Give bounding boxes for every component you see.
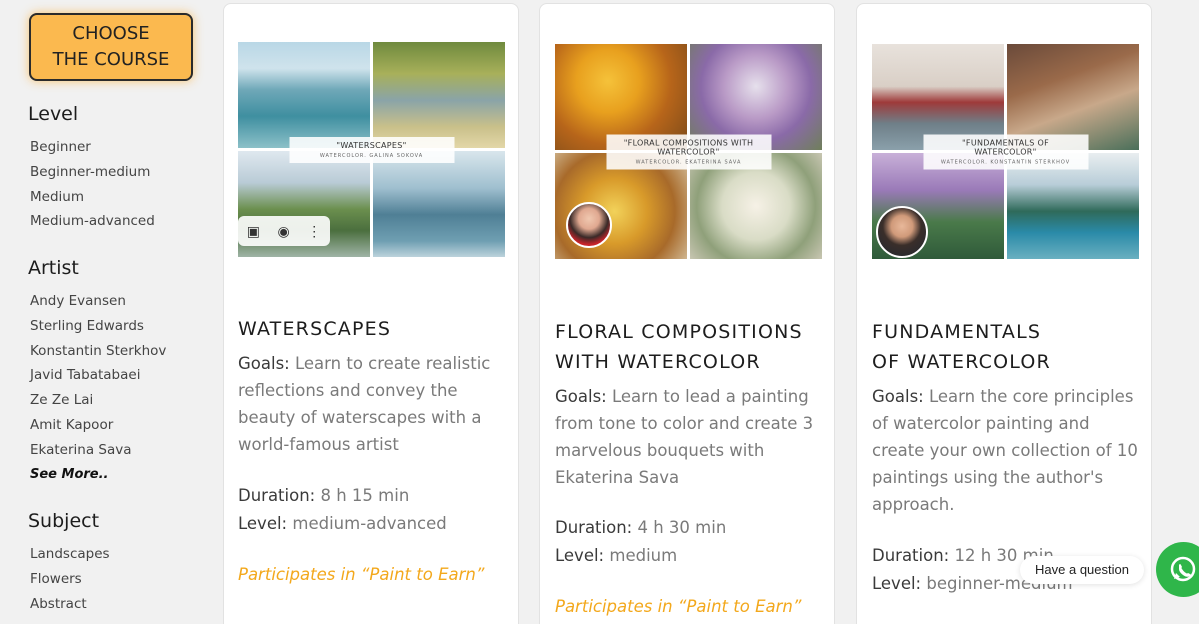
level-label: Level: <box>555 545 605 565</box>
collage-title: "FLORAL COMPOSITIONS WITH WATERCOLOR" <box>623 138 754 156</box>
level-value: medium <box>609 545 678 565</box>
level-item-medium-advanced[interactable]: Medium-advanced <box>28 209 155 234</box>
artist-filter: Artist Andy Evansen Sterling Edwards Kon… <box>28 257 166 487</box>
goals-label: Goals: <box>872 387 924 406</box>
course-card[interactable]: "FUNDAMENTALS OF WATERCOLOR" WATERCOLOR.… <box>856 3 1152 624</box>
paint-to-earn-link[interactable]: Participates in “Paint to Earn” <box>555 597 801 616</box>
collage-tile <box>373 151 505 257</box>
collage-tile <box>238 42 370 148</box>
collage-tile <box>373 42 505 148</box>
artist-item[interactable]: Andy Evansen <box>28 289 166 314</box>
artist-avatar <box>566 202 612 248</box>
course-goals: Goals: Learn to lead a painting from ton… <box>555 383 830 491</box>
collage-subtitle: WATERCOLOR. KONSTANTIN STERKHOV <box>940 159 1071 165</box>
course-title-line-2: WITH WATERCOLOR <box>555 351 761 373</box>
artist-item[interactable]: Konstantin Sterkhov <box>28 339 166 364</box>
duration-label: Duration: <box>872 546 950 565</box>
collage-subtitle: WATERCOLOR. EKATERINA SAVA <box>635 159 742 165</box>
course-card[interactable]: "WATERSCAPES" WATERCOLOR. GALINA SOKOVA … <box>223 3 519 624</box>
course-title: FUNDAMENTALS OF WATERCOLOR <box>872 317 1147 377</box>
paint-to-earn-link[interactable]: Participates in “Paint to Earn” <box>238 565 484 584</box>
duration-label: Duration: <box>238 486 316 505</box>
level-item-beginner[interactable]: Beginner <box>28 135 155 160</box>
image-action-toolbar: ▣ ◉ ⋮ <box>238 216 330 246</box>
course-title: FLORAL COMPOSITIONS WITH WATERCOLOR <box>555 317 830 377</box>
artist-item[interactable]: Sterling Edwards <box>28 314 166 339</box>
have-a-question-bubble[interactable]: Have a question <box>1020 556 1144 584</box>
goals-label: Goals: <box>555 387 607 406</box>
goals-text: Learn the core principles of watercolor … <box>872 387 1138 514</box>
collage-title: "FUNDAMENTALS OF WATERCOLOR" <box>961 138 1050 156</box>
artist-avatar <box>876 206 928 258</box>
course-meta: Duration: 8 h 15 min Level: medium-advan… <box>238 482 513 537</box>
course-title-line-1: WATERSCAPES <box>238 318 392 340</box>
level-filter-title: Level <box>28 103 79 125</box>
collage-label: "FUNDAMENTALS OF WATERCOLOR" WATERCOLOR.… <box>923 134 1088 169</box>
course-title-line-2: OF WATERCOLOR <box>872 351 1051 373</box>
duration-value: 8 h 15 min <box>320 486 410 505</box>
lens-search-icon[interactable]: ◉ <box>278 223 290 240</box>
goals-label: Goals: <box>238 354 290 373</box>
level-item-medium[interactable]: Medium <box>28 185 155 210</box>
level-label: Level: <box>872 573 922 593</box>
whatsapp-chat-button[interactable] <box>1156 542 1199 597</box>
course-goals: Goals: Learn the core principles of wate… <box>872 383 1147 518</box>
collage-subtitle: WATERCOLOR. GALINA SOKOVA <box>319 152 424 159</box>
course-title-line-1: FUNDAMENTALS <box>872 321 1042 343</box>
artist-item[interactable]: Javid Tabatabaei <box>28 363 166 388</box>
course-card[interactable]: "FLORAL COMPOSITIONS WITH WATERCOLOR" WA… <box>539 3 835 624</box>
duration-label: Duration: <box>555 518 633 537</box>
choose-line-1: CHOOSE <box>72 23 150 44</box>
subject-item-landscapes[interactable]: Landscapes <box>28 542 110 567</box>
filter-sidebar: CHOOSE THE COURSE Level Beginner Beginne… <box>0 0 215 624</box>
collage-label: "WATERSCAPES" WATERCOLOR. GALINA SOKOVA <box>289 136 454 163</box>
artist-item[interactable]: Amit Kapoor <box>28 413 166 438</box>
whatsapp-icon <box>1170 556 1196 582</box>
more-vertical-icon[interactable]: ⋮ <box>307 223 321 240</box>
level-label: Level: <box>238 513 288 533</box>
artist-item[interactable]: Ekaterina Sava <box>28 438 166 463</box>
artist-item[interactable]: Ze Ze Lai <box>28 388 166 413</box>
subject-filter: Subject Landscapes Flowers Abstract <box>28 510 110 616</box>
subject-item-abstract[interactable]: Abstract <box>28 592 110 617</box>
artist-filter-title: Artist <box>28 257 79 279</box>
level-value: medium-advanced <box>292 513 447 533</box>
course-meta: Duration: 4 h 30 min Level: medium <box>555 514 830 569</box>
bookmark-icon[interactable]: ▣ <box>247 223 260 240</box>
course-title: WATERSCAPES <box>238 314 513 344</box>
course-goals: Goals: Learn to create realistic reflect… <box>238 350 513 458</box>
choose-line-2: THE COURSE <box>52 49 170 70</box>
subject-filter-title: Subject <box>28 510 100 532</box>
choose-course-button[interactable]: CHOOSE THE COURSE <box>29 13 193 81</box>
see-more-link[interactable]: See More.. <box>28 463 166 488</box>
subject-item-flowers[interactable]: Flowers <box>28 567 110 592</box>
course-title-line-1: FLORAL COMPOSITIONS <box>555 321 803 343</box>
collage-label: "FLORAL COMPOSITIONS WITH WATERCOLOR" WA… <box>606 134 771 169</box>
duration-value: 4 h 30 min <box>637 518 727 537</box>
level-filter: Level Beginner Beginner-medium Medium Me… <box>28 103 155 234</box>
level-item-beginner-medium[interactable]: Beginner-medium <box>28 160 155 185</box>
collage-title: "WATERSCAPES" <box>336 140 407 150</box>
